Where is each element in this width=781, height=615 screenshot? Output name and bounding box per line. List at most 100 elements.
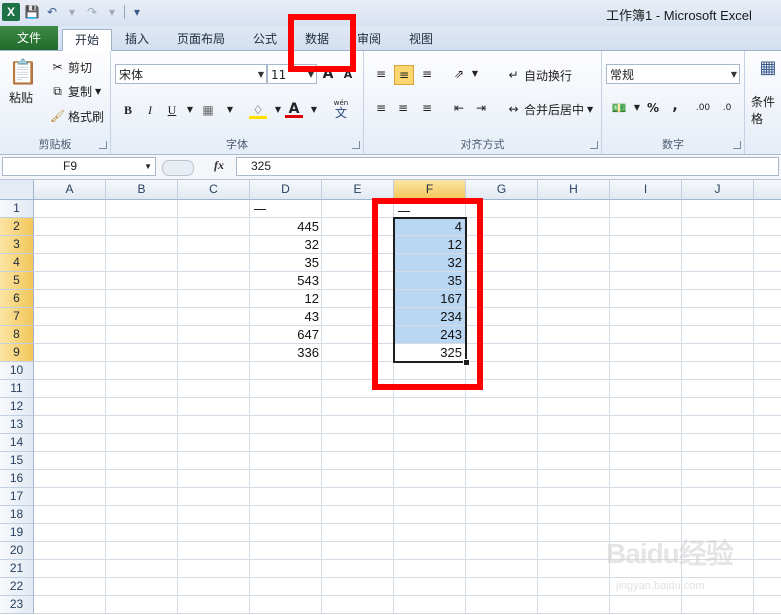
grid-cell[interactable] bbox=[34, 596, 106, 614]
cell-d3[interactable]: 32 bbox=[250, 236, 322, 254]
dialog-launcher-icon[interactable] bbox=[590, 141, 598, 149]
grid-cell[interactable] bbox=[394, 542, 466, 560]
cell-d4[interactable]: 35 bbox=[250, 254, 322, 272]
grid-cell[interactable] bbox=[754, 308, 781, 326]
grid-cell[interactable] bbox=[466, 398, 538, 416]
grid-cell[interactable] bbox=[106, 308, 178, 326]
redo-icon[interactable]: ↷ bbox=[84, 4, 100, 20]
grid-cell[interactable] bbox=[34, 452, 106, 470]
grid-cell[interactable] bbox=[322, 542, 394, 560]
grid-cell[interactable] bbox=[106, 218, 178, 236]
grid-cell[interactable] bbox=[178, 542, 250, 560]
grid-cell[interactable] bbox=[322, 218, 394, 236]
grid-cell[interactable] bbox=[250, 506, 322, 524]
row-header-13[interactable]: 13 bbox=[0, 416, 34, 434]
cell-d6[interactable]: 12 bbox=[250, 290, 322, 308]
merge-center-button[interactable]: ↔ 合并后居中 ▼ bbox=[506, 101, 593, 118]
tab-data[interactable]: 数据 bbox=[294, 29, 340, 50]
grid-cell[interactable] bbox=[466, 452, 538, 470]
conditional-format-icon[interactable]: ▦ bbox=[757, 59, 779, 83]
grid-cell[interactable] bbox=[394, 200, 466, 218]
cell-f8[interactable]: 243 bbox=[394, 326, 466, 344]
cell-d8[interactable]: 647 bbox=[250, 326, 322, 344]
font-name-select[interactable]: 宋体 ▼ bbox=[115, 64, 267, 84]
cell-d5[interactable]: 543 bbox=[250, 272, 322, 290]
grow-font-button[interactable]: A bbox=[319, 65, 337, 83]
fill-handle[interactable] bbox=[463, 359, 470, 366]
comma-button[interactable]: , bbox=[666, 97, 684, 115]
grid-cell[interactable] bbox=[34, 200, 106, 218]
align-center-icon[interactable]: ≡ bbox=[394, 99, 412, 117]
grid-cell[interactable] bbox=[106, 434, 178, 452]
tab-insert[interactable]: 插入 bbox=[114, 29, 160, 50]
grid-cell[interactable] bbox=[394, 470, 466, 488]
grid-cell[interactable] bbox=[610, 362, 682, 380]
grid-cell[interactable] bbox=[466, 254, 538, 272]
grid-cell[interactable] bbox=[754, 236, 781, 254]
grid-cell[interactable] bbox=[178, 506, 250, 524]
grid-cell[interactable] bbox=[322, 326, 394, 344]
grid-cell[interactable] bbox=[106, 416, 178, 434]
grid-cell[interactable] bbox=[106, 272, 178, 290]
grid-cell[interactable] bbox=[538, 272, 610, 290]
grid-cell[interactable] bbox=[106, 506, 178, 524]
row-header-6[interactable]: 6 bbox=[0, 290, 34, 308]
customize-toolbar-icon[interactable]: ▾ bbox=[129, 4, 145, 20]
row-header-15[interactable]: 15 bbox=[0, 452, 34, 470]
tab-page-layout[interactable]: 页面布局 bbox=[166, 29, 236, 50]
cell-d2[interactable]: 445 bbox=[250, 218, 322, 236]
row-header-9[interactable]: 9 bbox=[0, 344, 34, 362]
grid-cell[interactable] bbox=[322, 200, 394, 218]
conditional-format-button[interactable]: 条件格 bbox=[751, 93, 781, 127]
column-header-d[interactable]: D bbox=[250, 180, 322, 200]
grid-cell[interactable] bbox=[682, 434, 754, 452]
currency-icon[interactable]: 💵 bbox=[610, 99, 628, 117]
dialog-launcher-icon[interactable] bbox=[733, 141, 741, 149]
grid-cell[interactable] bbox=[610, 416, 682, 434]
grid-cell[interactable] bbox=[466, 326, 538, 344]
grid-cell[interactable] bbox=[34, 488, 106, 506]
font-size-select[interactable]: 11 ▼ bbox=[267, 64, 317, 84]
grid-cell[interactable] bbox=[538, 362, 610, 380]
grid-cell[interactable] bbox=[322, 434, 394, 452]
grid-cell[interactable] bbox=[610, 488, 682, 506]
grid-cell[interactable] bbox=[178, 416, 250, 434]
grid-cell[interactable] bbox=[538, 398, 610, 416]
column-header-e[interactable]: E bbox=[322, 180, 394, 200]
grid-cell[interactable] bbox=[322, 560, 394, 578]
column-header-j[interactable]: J bbox=[682, 180, 754, 200]
grid-cell[interactable] bbox=[322, 452, 394, 470]
grid-cell[interactable] bbox=[394, 434, 466, 452]
cell-f9-active[interactable]: 325 bbox=[394, 344, 466, 362]
cell-f2[interactable]: 4 bbox=[394, 218, 466, 236]
grid-cell[interactable] bbox=[322, 254, 394, 272]
dialog-launcher-icon[interactable] bbox=[99, 141, 107, 149]
tab-formulas[interactable]: 公式 bbox=[242, 29, 288, 50]
column-header-g[interactable]: G bbox=[466, 180, 538, 200]
grid-cell[interactable] bbox=[754, 452, 781, 470]
grid-cell[interactable] bbox=[466, 488, 538, 506]
row-header-19[interactable]: 19 bbox=[0, 524, 34, 542]
grid-cell[interactable] bbox=[538, 290, 610, 308]
row-header-16[interactable]: 16 bbox=[0, 470, 34, 488]
grid-cell[interactable] bbox=[106, 596, 178, 614]
grid-cell[interactable] bbox=[754, 434, 781, 452]
grid-cell[interactable] bbox=[34, 290, 106, 308]
grid-cell[interactable] bbox=[34, 542, 106, 560]
row-header-17[interactable]: 17 bbox=[0, 488, 34, 506]
cell-d9[interactable]: 336 bbox=[250, 344, 322, 362]
grid-cell[interactable] bbox=[34, 578, 106, 596]
grid-cell[interactable] bbox=[538, 254, 610, 272]
grid-cell[interactable] bbox=[178, 434, 250, 452]
grid-cell[interactable] bbox=[466, 560, 538, 578]
chevron-down-icon[interactable]: ▼ bbox=[221, 101, 239, 119]
copy-button[interactable]: ⧉ 复制 ▼ bbox=[50, 83, 101, 100]
grid-cell[interactable] bbox=[250, 416, 322, 434]
grid-cell[interactable] bbox=[610, 398, 682, 416]
grid-cell[interactable] bbox=[322, 524, 394, 542]
grid-cell[interactable] bbox=[466, 344, 538, 362]
cell-f3[interactable]: 12 bbox=[394, 236, 466, 254]
grid-cell[interactable] bbox=[178, 380, 250, 398]
format-painter-button[interactable]: 🖌 格式刷 bbox=[50, 108, 104, 125]
grid-cell[interactable] bbox=[466, 470, 538, 488]
